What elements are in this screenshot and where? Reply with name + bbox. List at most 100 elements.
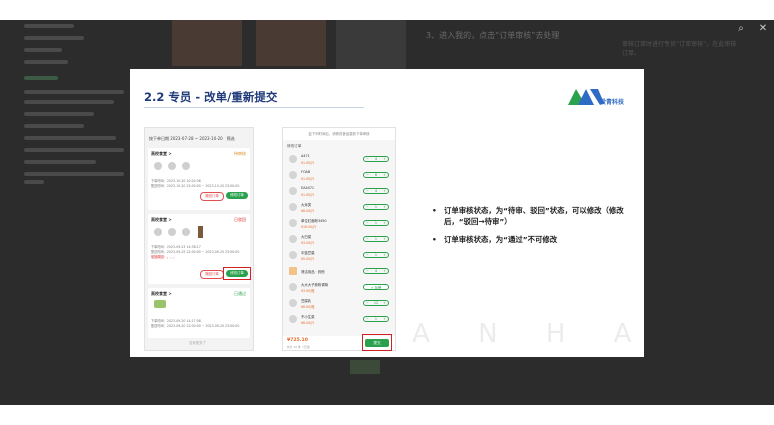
category-icon bbox=[289, 267, 297, 275]
logo-text: 爱青科技 bbox=[600, 99, 625, 106]
bullet-list: • 订单审核状态，为“待审、驳回”状态，可以修改（修改后，“驳回→待审”） • 订单… bbox=[430, 205, 636, 252]
status-badge: 待审核 bbox=[234, 151, 246, 156]
shop-name: 高校食堂 > bbox=[151, 217, 172, 222]
item-name: 不小生菜 bbox=[301, 315, 315, 319]
list-item: A471 ¥1.00/斤 −4 + bbox=[287, 152, 391, 168]
quantity-stepper[interactable]: −12 + bbox=[363, 300, 389, 306]
list-item: 不小生菜 ¥6.00/斤 −1 + bbox=[287, 312, 391, 328]
order-card[interactable]: 高校食堂 > 待审核 下单时间：2023-10-20 10:20:36 配送时间… bbox=[148, 148, 250, 210]
list-item: EA4471 ¥1.00/斤 −4 + bbox=[287, 184, 391, 200]
item-name: 单位红面粉3450 bbox=[301, 219, 327, 223]
quantity-stepper[interactable]: −1 + bbox=[363, 204, 389, 210]
item-qty: 4 bbox=[374, 157, 378, 161]
withdraw-order-button[interactable]: 撤回订单 bbox=[200, 270, 224, 279]
background-note-text: 审核订单时进行专员“订单审核”，在此审核订单。 bbox=[622, 41, 737, 57]
order-list-phone: 按下单日期 2023-07-28 ~ 2023-10-20 筛选 高校食堂 > … bbox=[144, 127, 254, 351]
quantity-stepper[interactable]: −1 + bbox=[363, 220, 389, 226]
quantity-stepper[interactable]: −4 + bbox=[363, 156, 389, 162]
product-icon bbox=[289, 155, 297, 163]
item-price: ¥6.00/斤 bbox=[301, 321, 315, 325]
status-badge: 已驳回 bbox=[234, 217, 246, 222]
item-name: 清洁用品 · 其他 bbox=[301, 270, 325, 274]
filter-button[interactable]: 筛选 bbox=[227, 136, 235, 142]
quantity-stepper[interactable]: −6 + bbox=[363, 172, 389, 178]
background-thumbnail bbox=[256, 20, 326, 66]
product-icon bbox=[289, 171, 297, 179]
list-item: 大大大子蒜粉调味 ¥3.90/瓶 + 加餐 bbox=[287, 280, 391, 296]
item-price: ¥1.00/斤 bbox=[301, 193, 315, 197]
product-icon bbox=[289, 299, 297, 307]
item-price: ¥1.00/斤 bbox=[301, 177, 315, 181]
quantity-stepper[interactable]: −4 + bbox=[363, 188, 389, 194]
shop-name: 高校食堂 > bbox=[151, 291, 172, 296]
modify-order-button[interactable]: 修改订单 bbox=[226, 192, 248, 199]
item-qty: 1 bbox=[374, 221, 378, 225]
viewer-stage: 3、进入我的，点击“订单审核”去处理 审核订单时进行专员“订单审核”，在此审核订… bbox=[0, 20, 774, 405]
background-sidebar bbox=[18, 20, 138, 220]
item-name: 大白菜 bbox=[301, 235, 312, 239]
edit-header: 复下列时间后，请修改食品重新下单审核 bbox=[283, 128, 395, 140]
item-price: ¥3.90/瓶 bbox=[301, 289, 315, 293]
bullet-item: • 订单审核状态，为“通过”不可修改 bbox=[430, 234, 636, 245]
background-thumbnail bbox=[350, 360, 380, 374]
product-icon bbox=[289, 283, 297, 291]
quantity-stepper[interactable]: −1 + bbox=[363, 252, 389, 258]
close-icon[interactable]: ✕ bbox=[756, 22, 770, 36]
delivery-time: 配送时间：2023-09-20 22:00:00 ~ 2023-09-20 23… bbox=[151, 324, 240, 328]
order-card[interactable]: 高校食堂 > 已驳回 下单时间：2023-09-23 14:38:17 配送时间… bbox=[148, 214, 251, 284]
product-icon bbox=[289, 187, 297, 195]
item-price: ¥6.00/瓶 bbox=[301, 305, 315, 309]
order-total: ¥725.10 bbox=[287, 338, 308, 343]
background-step-text: 3、进入我的，点击“订单审核”去处理 bbox=[426, 31, 560, 40]
item-qty: 12 bbox=[373, 301, 379, 305]
list-item: FOAB ¥1.00/斤 −6 + bbox=[287, 168, 391, 184]
product-icon bbox=[289, 251, 297, 259]
date-filter-text: 按下单日期 2023-07-28 ~ 2023-10-20 bbox=[149, 136, 223, 141]
product-image bbox=[198, 226, 203, 238]
withdraw-order-button[interactable]: 撤回订单 bbox=[200, 192, 224, 201]
add-button-label: + 加餐 bbox=[370, 285, 382, 290]
search-icon[interactable]: ⌕ bbox=[734, 22, 748, 36]
list-item: 大白菜 ¥3.00/斤 −1 + bbox=[287, 232, 391, 248]
item-name: 豆腐乳 bbox=[301, 299, 312, 303]
item-price: ¥16.00/斤 bbox=[301, 225, 317, 229]
item-qty: 4 bbox=[374, 189, 378, 193]
background-thumbnail bbox=[172, 20, 242, 66]
delivery-time: 配送时间：2023-10-20 22:00:00 ~ 2023-10-20 23… bbox=[151, 184, 240, 188]
quantity-stepper[interactable]: −4 + bbox=[363, 268, 389, 274]
quantity-stepper[interactable]: −1 + bbox=[363, 236, 389, 242]
list-item: 清洁用品 · 其他 −4 + bbox=[287, 264, 391, 280]
product-icon bbox=[182, 162, 190, 170]
item-qty: 6 bbox=[374, 173, 378, 177]
highlight-box bbox=[362, 334, 392, 351]
item-name: 大大大子蒜粉调味 bbox=[301, 283, 329, 287]
bullet-dot-icon: • bbox=[432, 235, 437, 244]
viewer-toolbar: ⌕ ✕ bbox=[734, 20, 770, 38]
order-card[interactable]: 高校食堂 > 已通过 下单时间：2023-09-20 14:17:08 配送时间… bbox=[148, 288, 250, 338]
item-price: ¥5.00/斤 bbox=[301, 257, 315, 261]
item-name: FOAB bbox=[301, 170, 311, 174]
product-icon bbox=[289, 315, 297, 323]
bullet-text: 订单审核状态，为“待审、驳回”状态，可以修改（修改后，“驳回→待审”） bbox=[444, 206, 624, 226]
bullet-text: 订单审核状态，为“通过”不可修改 bbox=[444, 235, 558, 244]
slide-title: 2.2 专员 - 改单/重新提交 bbox=[144, 90, 278, 104]
title-underline bbox=[144, 107, 364, 108]
shop-name: 高校食堂 > bbox=[151, 151, 172, 156]
product-icon bbox=[182, 228, 190, 236]
bullet-dot-icon: • bbox=[432, 206, 437, 215]
quantity-stepper[interactable]: −1 + bbox=[363, 316, 389, 322]
item-qty: 1 bbox=[374, 317, 378, 321]
status-badge: 已通过 bbox=[234, 291, 246, 296]
product-icon bbox=[289, 203, 297, 211]
product-icon bbox=[154, 162, 162, 170]
add-button[interactable]: + 加餐 bbox=[363, 284, 389, 290]
product-icon bbox=[154, 228, 162, 236]
edit-order-phone: 复下列时间后，请修改食品重新下单审核 修改订单 A471 ¥1.00/斤 −4 +… bbox=[282, 127, 396, 351]
item-qty: 1 bbox=[374, 253, 378, 257]
list-item: 豆腐乳 ¥6.00/瓶 −12 + bbox=[287, 296, 391, 312]
date-filter[interactable]: 按下单日期 2023-07-28 ~ 2023-10-20 筛选 bbox=[149, 134, 249, 144]
product-icon bbox=[289, 219, 297, 227]
item-name: 中蓝豆腐 bbox=[301, 251, 315, 255]
list-item: 单位红面粉3450 ¥16.00/斤 −1 + bbox=[287, 216, 391, 232]
item-name: EA4471 bbox=[301, 186, 315, 190]
